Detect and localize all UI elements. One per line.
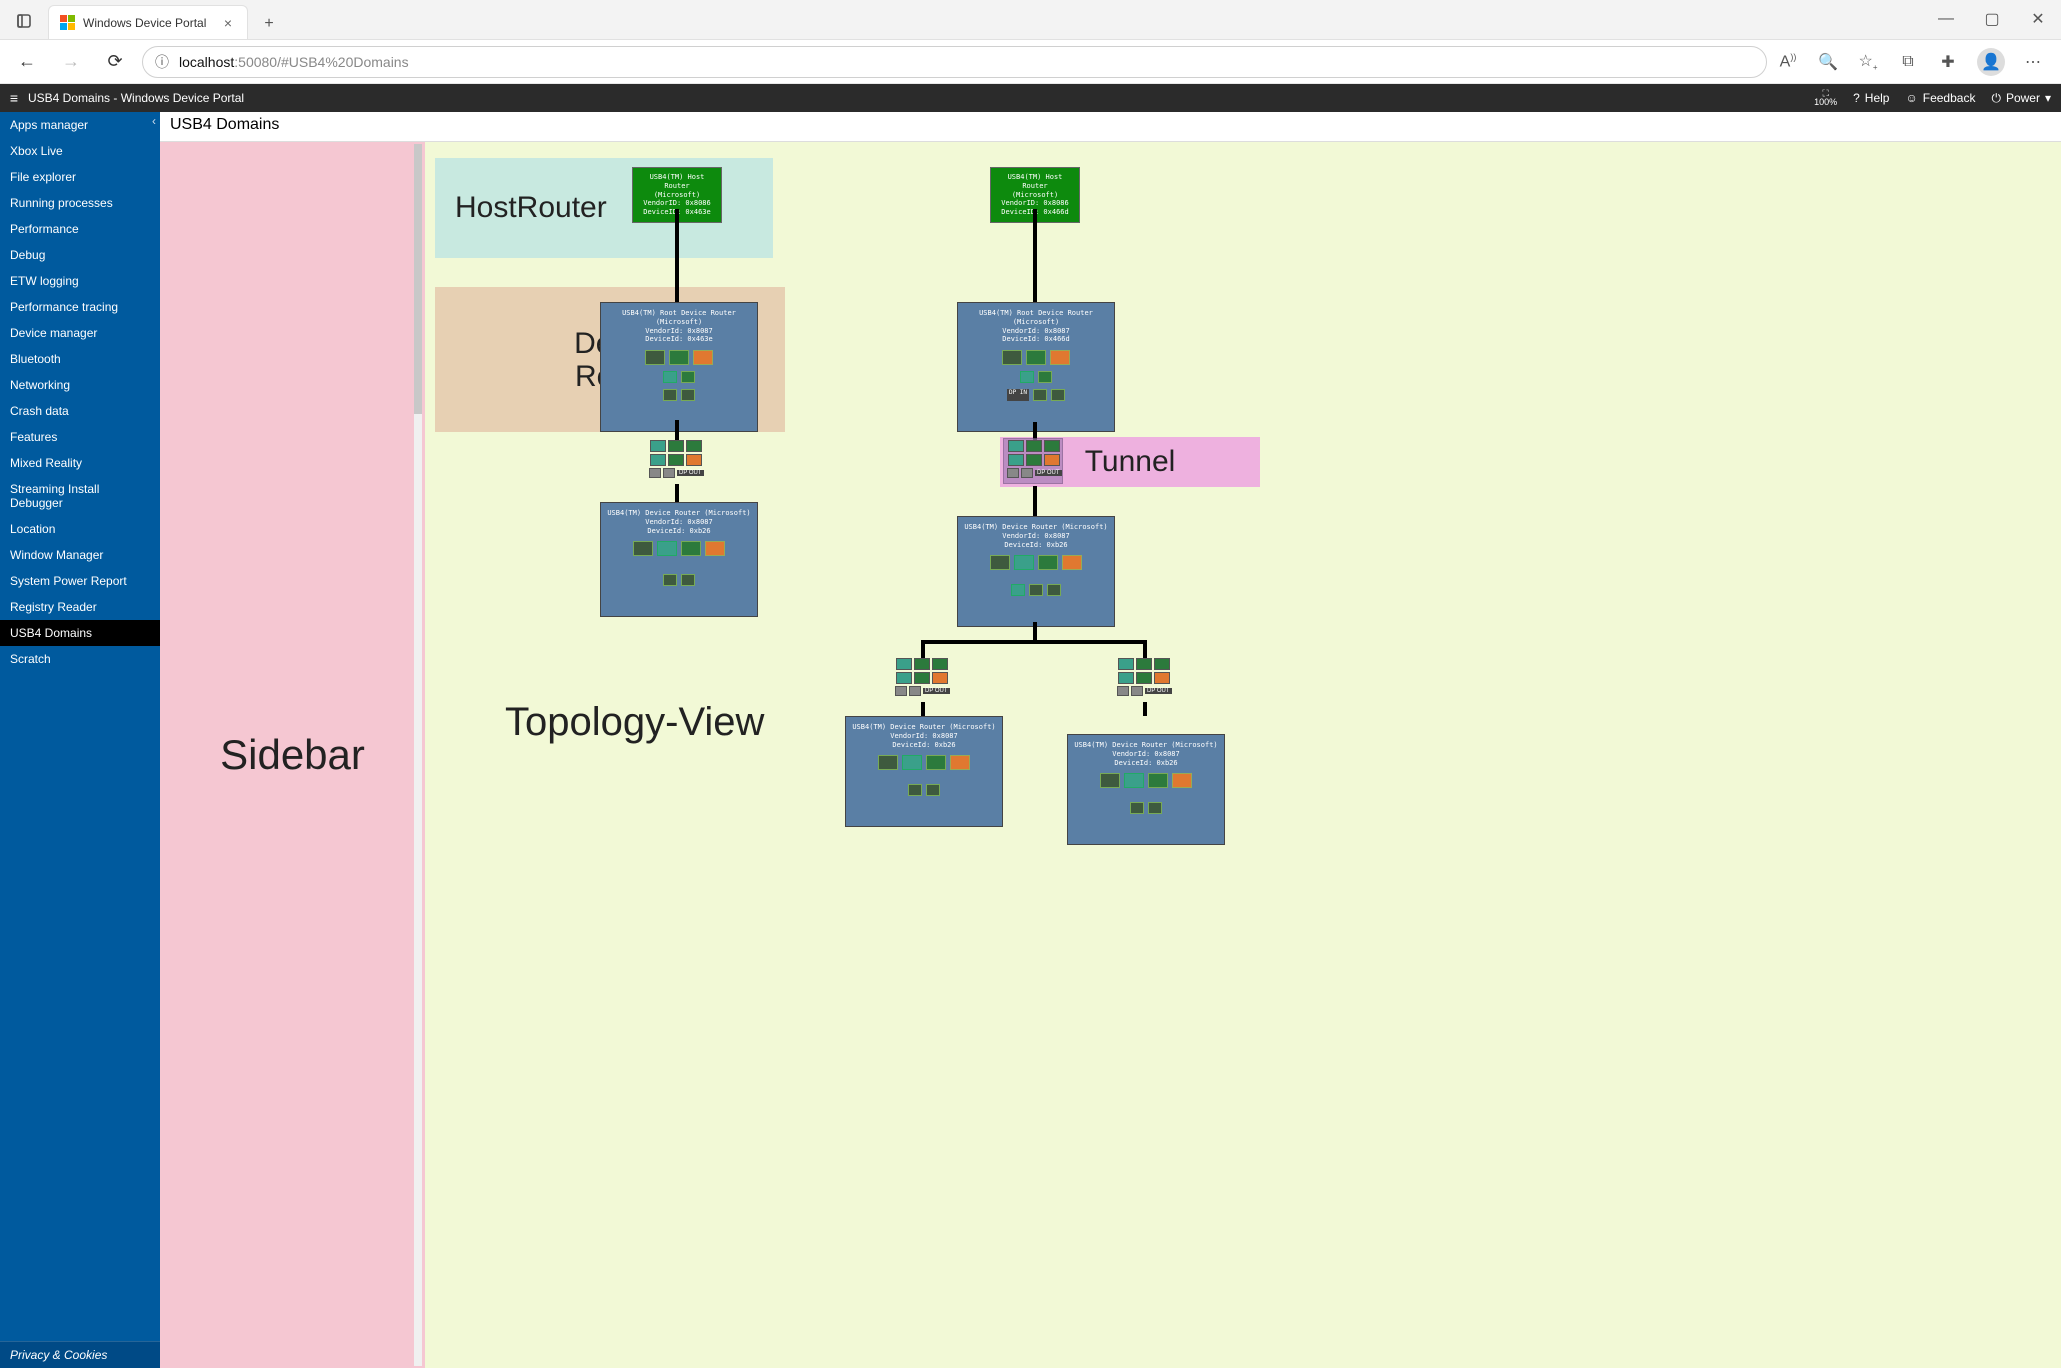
favicon-microsoft-icon (59, 15, 75, 31)
forward-button[interactable]: → (54, 45, 88, 79)
chevron-down-icon: ▾ (2045, 91, 2051, 105)
sidebar-item-performance-tracing[interactable]: Performance tracing (0, 294, 160, 320)
sidebar-item-running-processes[interactable]: Running processes (0, 190, 160, 216)
new-tab-button[interactable]: + (254, 9, 284, 39)
sidebar-item-streaming-install-debugger[interactable]: Streaming Install Debugger (0, 476, 160, 516)
sidebar-item-etw-logging[interactable]: ETW logging (0, 268, 160, 294)
sidebar-collapse-button[interactable]: ‹ (152, 114, 156, 128)
feedback-icon: ☺ (1905, 91, 1917, 105)
device-router-left-1[interactable]: USB4(TM) Device Router (Microsoft) Vendo… (600, 502, 758, 617)
refresh-button[interactable]: ⟳ (98, 45, 132, 79)
sidebar-item-mixed-reality[interactable]: Mixed Reality (0, 450, 160, 476)
sidebar-item-usb4-domains[interactable]: USB4 Domains (0, 620, 160, 646)
connector (1143, 702, 1147, 716)
window-titlebar: Windows Device Portal × + — ▢ ✕ (0, 0, 2061, 40)
tab-actions-icon (16, 13, 32, 29)
breadcrumb: USB4 Domains - Windows Device Portal (28, 91, 1814, 105)
port-cluster-right-3[interactable]: DP OUT (1117, 658, 1172, 696)
sidebar-item-xbox-live[interactable]: Xbox Live (0, 138, 160, 164)
port-cluster-left-1[interactable]: DP OUT (649, 440, 704, 478)
connector (675, 484, 679, 502)
annotation-sidebar-label: Sidebar (220, 731, 365, 779)
power-icon: ⏻ (1991, 91, 2001, 106)
window-minimize-button[interactable]: — (1923, 0, 1969, 39)
sidebar-item-registry-reader[interactable]: Registry Reader (0, 594, 160, 620)
device-router-right-2[interactable]: USB4(TM) Device Router (Microsoft) Vendo… (845, 716, 1003, 827)
zoom-indicator[interactable]: ⛶ 100% (1814, 89, 1837, 107)
connector (1033, 622, 1037, 642)
address-bar: ← → ⟳ ⓘ localhost:50080/#USB4%20Domains … (0, 40, 2061, 84)
window-maximize-button[interactable]: ▢ (1969, 0, 2015, 39)
port-cluster-right-2[interactable]: DP OUT (895, 658, 950, 696)
back-button[interactable]: ← (10, 45, 44, 79)
page-command-bar: ≡ USB4 Domains - Windows Device Portal ⛶… (0, 84, 2061, 112)
site-info-icon[interactable]: ⓘ (155, 52, 169, 72)
annotation-hostrouter: HostRouter (435, 158, 773, 258)
device-router-right-3[interactable]: USB4(TM) Device Router (Microsoft) Vendo… (1067, 734, 1225, 845)
sidebar-item-performance[interactable]: Performance (0, 216, 160, 242)
sidebar-item-crash-data[interactable]: Crash data (0, 398, 160, 424)
collections-button[interactable]: ✚ (1937, 52, 1959, 72)
connector (675, 420, 679, 440)
device-router-right-1[interactable]: USB4(TM) Device Router (Microsoft) Vendo… (957, 516, 1115, 627)
annotation-sidebar-panel: Sidebar (160, 142, 425, 1368)
sidebar-item-location[interactable]: Location (0, 516, 160, 542)
hamburger-button[interactable]: ≡ (0, 90, 28, 106)
profile-button[interactable]: 👤 (1977, 48, 2005, 76)
help-button[interactable]: ? Help (1853, 91, 1889, 105)
page-title: USB4 Domains (160, 112, 2061, 142)
tab-close-button[interactable]: × (219, 15, 237, 31)
connector (1033, 486, 1037, 516)
annotation-topologyview: Topology-View (505, 700, 764, 745)
sidebar: ‹ Apps managerXbox LiveFile explorerRunn… (0, 112, 160, 1368)
connector (921, 640, 1146, 644)
sidebar-item-networking[interactable]: Networking (0, 372, 160, 398)
connector (1033, 209, 1037, 304)
window-close-button[interactable]: ✕ (2015, 0, 2061, 39)
port-cluster-right-1[interactable]: DP OUT (1007, 440, 1062, 478)
root-device-router-right[interactable]: USB4(TM) Root Device Router (Microsoft) … (957, 302, 1115, 432)
connector (675, 209, 679, 304)
sidebar-item-debug[interactable]: Debug (0, 242, 160, 268)
favorites-bar-button[interactable]: ⧉ (1897, 53, 1919, 71)
tab-title: Windows Device Portal (83, 16, 211, 30)
address-input[interactable]: ⓘ localhost:50080/#USB4%20Domains (142, 46, 1767, 78)
feedback-button[interactable]: ☺ Feedback (1905, 91, 1975, 105)
tab-actions-button[interactable] (6, 3, 42, 39)
sidebar-item-system-power-report[interactable]: System Power Report (0, 568, 160, 594)
sidebar-item-apps-manager[interactable]: Apps manager (0, 112, 160, 138)
favorites-button[interactable]: ☆+ (1857, 51, 1879, 72)
content-area: ‹ Apps managerXbox LiveFile explorerRunn… (0, 112, 2061, 1368)
sidebar-item-file-explorer[interactable]: File explorer (0, 164, 160, 190)
connector (921, 702, 925, 716)
connector (921, 640, 925, 658)
help-icon: ? (1853, 91, 1860, 105)
sidebar-item-scratch[interactable]: Scratch (0, 646, 160, 672)
privacy-link[interactable]: Privacy & Cookies (0, 1341, 160, 1368)
settings-menu-button[interactable]: ⋯ (2023, 52, 2045, 72)
topology-view[interactable]: HostRouter Device Router Tunnel Topology… (425, 142, 2061, 1368)
root-device-router-left[interactable]: USB4(TM) Root Device Router (Microsoft) … (600, 302, 758, 432)
browser-tab[interactable]: Windows Device Portal × (48, 5, 248, 39)
sidebar-item-bluetooth[interactable]: Bluetooth (0, 346, 160, 372)
read-aloud-button[interactable]: A)) (1777, 52, 1799, 71)
sidebar-item-device-manager[interactable]: Device manager (0, 320, 160, 346)
sidebar-item-window-manager[interactable]: Window Manager (0, 542, 160, 568)
url-text: localhost:50080/#USB4%20Domains (179, 54, 409, 70)
sidebar-item-features[interactable]: Features (0, 424, 160, 450)
connector (1143, 640, 1147, 658)
zoom-button[interactable]: 🔍 (1817, 52, 1839, 72)
annotation-scrollbar[interactable] (411, 142, 425, 1368)
power-menu[interactable]: ⏻ Power ▾ (1991, 91, 2051, 106)
